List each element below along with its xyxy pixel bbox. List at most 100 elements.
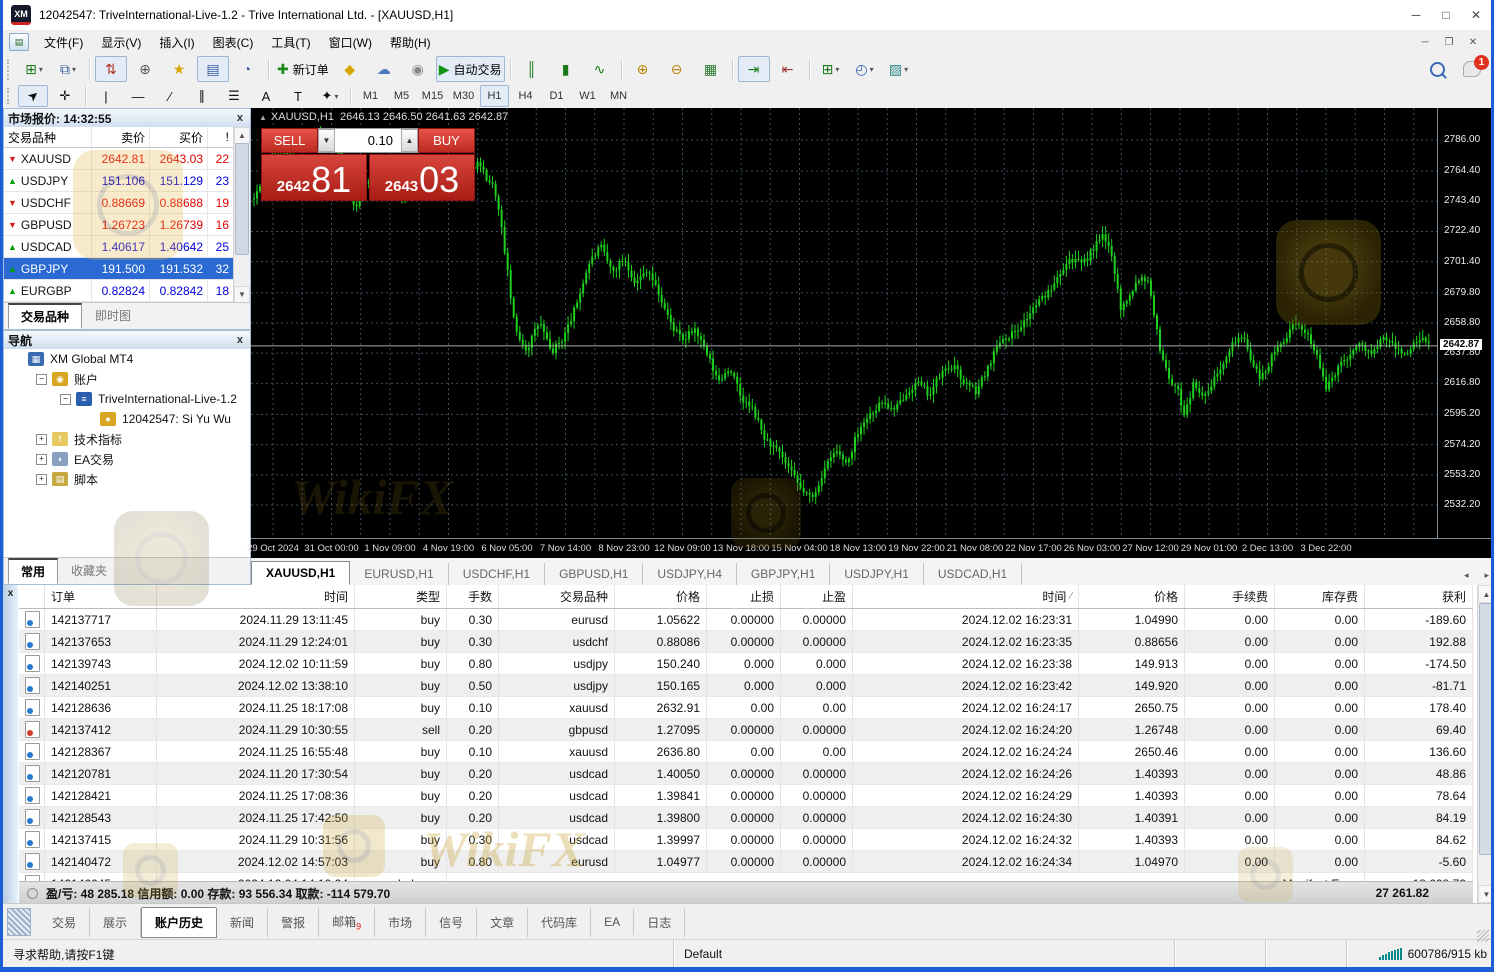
market-watch-tab[interactable]: 即时图 [82,303,144,328]
market-watch-row-gbpjpy[interactable]: ▲ GBPJPY 191.500 191.532 32 [4,258,234,280]
candlestick-chart-icon[interactable]: ▮ [550,56,582,82]
column-header[interactable]: 价格 [615,585,707,608]
terminal-tab-市场[interactable]: 市场 [375,907,427,937]
order-row-142137653[interactable]: 142137653 2024.11.29 12:24:01 buy 0.30 usdch… [19,631,1473,653]
menu-view[interactable]: 显示(V) [92,31,150,54]
column-header[interactable]: ! [208,127,234,147]
horizontal-line-icon[interactable]: — [123,85,153,107]
cursor-icon[interactable]: ➤ [18,85,48,107]
line-chart-icon[interactable]: ∿ [584,56,616,82]
indicators-icon[interactable]: ◆ [334,56,366,82]
auto-trading-icon[interactable]: ▶ 自动交易 [435,56,505,82]
order-row-142139743[interactable]: 142139743 2024.12.02 10:11:59 buy 0.80 usdjp… [19,653,1473,675]
favorites-icon[interactable]: ★ [163,56,195,82]
column-header[interactable]: 时间 [157,585,355,608]
terminal-tab-信号[interactable]: 信号 [426,907,478,937]
chart-tab-usdjpyh1[interactable]: USDJPY,H1 [830,563,924,585]
terminal-tab-交易[interactable]: 交易 [39,907,91,937]
column-header[interactable]: 手续费 [1185,585,1275,608]
resize-grip[interactable] [1477,930,1489,942]
chart-tab-usdjpyh4[interactable]: USDJPY,H4 [643,563,737,585]
column-header[interactable]: 库存费 [1275,585,1365,608]
navigator-item[interactable]: + ◗ EA交易 [4,449,250,469]
chart-tab-xauusdh1[interactable]: XAUUSD,H1 [251,561,351,585]
text-icon[interactable]: A [251,85,281,107]
chart-tab-eurusdh1[interactable]: EURUSD,H1 [350,563,449,585]
collapse-icon[interactable]: − [36,373,47,385]
timeframe-m15-button[interactable]: M15 [418,85,447,107]
orders-scroll-up-icon[interactable]: ▲ [1478,585,1491,603]
chart-tab-gbpjpyh1[interactable]: GBPJPY,H1 [737,563,831,585]
sell-price[interactable]: 2642 81 [261,154,367,201]
periods-icon[interactable]: ◴ ▾ [849,56,881,82]
timeframe-m1-button[interactable]: M1 [356,85,385,107]
close-button[interactable]: ✕ [1461,3,1491,27]
status-profile[interactable]: Default [674,940,1175,968]
order-row-142128543[interactable]: 142128543 2024.11.25 17:42:50 buy 0.20 usdca… [19,807,1473,829]
collapse-icon[interactable]: − [60,393,71,405]
equidistant-channel-icon[interactable]: ∥ [187,85,217,107]
timeframe-d1-button[interactable]: D1 [542,85,571,107]
menu-charts[interactable]: 图表(C) [204,31,263,54]
tabs-scroll-right-icon[interactable]: ▸ [1476,566,1491,585]
terminal-tab-文章[interactable]: 文章 [477,907,529,937]
market-watch-icon[interactable]: ⇅ [95,56,127,82]
tabs-scroll-left-icon[interactable]: ◂ [1456,566,1477,585]
order-row-142137415[interactable]: 142137415 2024.11.29 10:31:56 buy 0.30 usdca… [19,829,1473,851]
market-watch-row-usdjpy[interactable]: ▲ USDJPY 151.106 151.129 23 [4,170,234,192]
column-header[interactable]: 卖价 [92,127,150,147]
chart-shift-icon[interactable]: ⇤ [772,56,804,82]
timeframe-w1-button[interactable]: W1 [573,85,602,107]
search-icon[interactable] [1430,61,1445,77]
navigator-close-icon[interactable]: x [234,334,246,346]
market-watch-scrollbar[interactable]: ▲ ▼ [233,127,250,303]
bar-chart-icon[interactable]: ║ [516,56,548,82]
market-watch-row-xauusd[interactable]: ▼ XAUUSD 2642.81 2643.03 22 [4,148,234,170]
fibonacci-icon[interactable]: ☰ [219,85,249,107]
text-label-icon[interactable]: T [283,85,313,107]
zoom-in-icon[interactable]: ⊕ [627,56,659,82]
column-header[interactable]: 类型 [355,585,447,608]
chart-window[interactable]: ▲ XAUUSD,H1 2646.13 2646.50 2641.63 2642.… [247,108,1491,558]
terminal-icon[interactable]: ▤ [197,56,229,82]
market-watch-row-usdcad[interactable]: ▲ USDCAD 1.40617 1.40642 25 [4,236,234,258]
new-chart-2-icon[interactable]: ⊞ ▾ [815,56,847,82]
column-header[interactable]: 订单 [45,585,157,608]
scroll-up-icon[interactable]: ▲ [234,127,250,144]
templates-icon[interactable]: ▨ ▾ [883,56,915,82]
column-header[interactable]: 交易品种 [499,585,615,608]
volume-input[interactable]: 0.10 [335,129,401,152]
terminal-tab-EA[interactable]: EA [591,909,635,935]
order-row-142137412[interactable]: 142137412 2024.11.29 10:30:55 sell 0.20 gbpu… [19,719,1473,741]
expand-icon[interactable]: + [36,473,47,485]
column-header[interactable]: 手数 [447,585,499,608]
timeframe-h4-button[interactable]: H4 [511,85,540,107]
data-window-icon[interactable]: ⊕ [129,56,161,82]
navigator-item[interactable]: ● 12042547: Si Yu Wu [4,409,250,429]
crosshair-icon[interactable]: ✛ [50,85,80,107]
notification-icon[interactable]: 1 [1463,55,1489,77]
menu-tools[interactable]: 工具(T) [262,31,319,54]
order-row-142137717[interactable]: 142137717 2024.11.29 13:11:45 buy 0.30 eurus… [19,609,1473,631]
column-header[interactable]: 价格 [1079,585,1185,608]
menu-help[interactable]: 帮助(H) [381,31,440,54]
toolbox-handle-icon[interactable] [7,908,31,936]
column-header[interactable]: 止损 [707,585,781,608]
order-row-142140472[interactable]: 142140472 2024.12.02 14:57:03 buy 0.80 eurus… [19,851,1473,873]
navigator-item[interactable]: + f 技术指标 [4,429,250,449]
profiles-icon[interactable]: ⧉ ▾ [52,56,84,82]
vertical-line-icon[interactable]: | [91,85,121,107]
column-header[interactable]: 时间 ∕ [853,585,1079,608]
column-header[interactable]: 获利 [1365,585,1473,608]
menu-window[interactable]: 窗口(W) [320,31,381,54]
terminal-tab-邮箱[interactable]: 邮箱9 [319,906,376,938]
chart-tab-usdchfh1[interactable]: USDCHF,H1 [449,563,546,585]
chart-tab-usdcadh1[interactable]: USDCAD,H1 [924,563,1023,585]
child-minimize-button[interactable]: ─ [1413,33,1437,51]
navigator-tab[interactable]: 收藏夹 [58,558,120,583]
terminal-tab-代码库[interactable]: 代码库 [528,907,592,937]
child-close-button[interactable]: ✕ [1461,33,1485,51]
order-row-142128636[interactable]: 142128636 2024.11.25 18:17:08 buy 0.10 xauus… [19,697,1473,719]
tile-windows-icon[interactable]: ▦ [695,56,727,82]
timeframe-m5-button[interactable]: M5 [387,85,416,107]
